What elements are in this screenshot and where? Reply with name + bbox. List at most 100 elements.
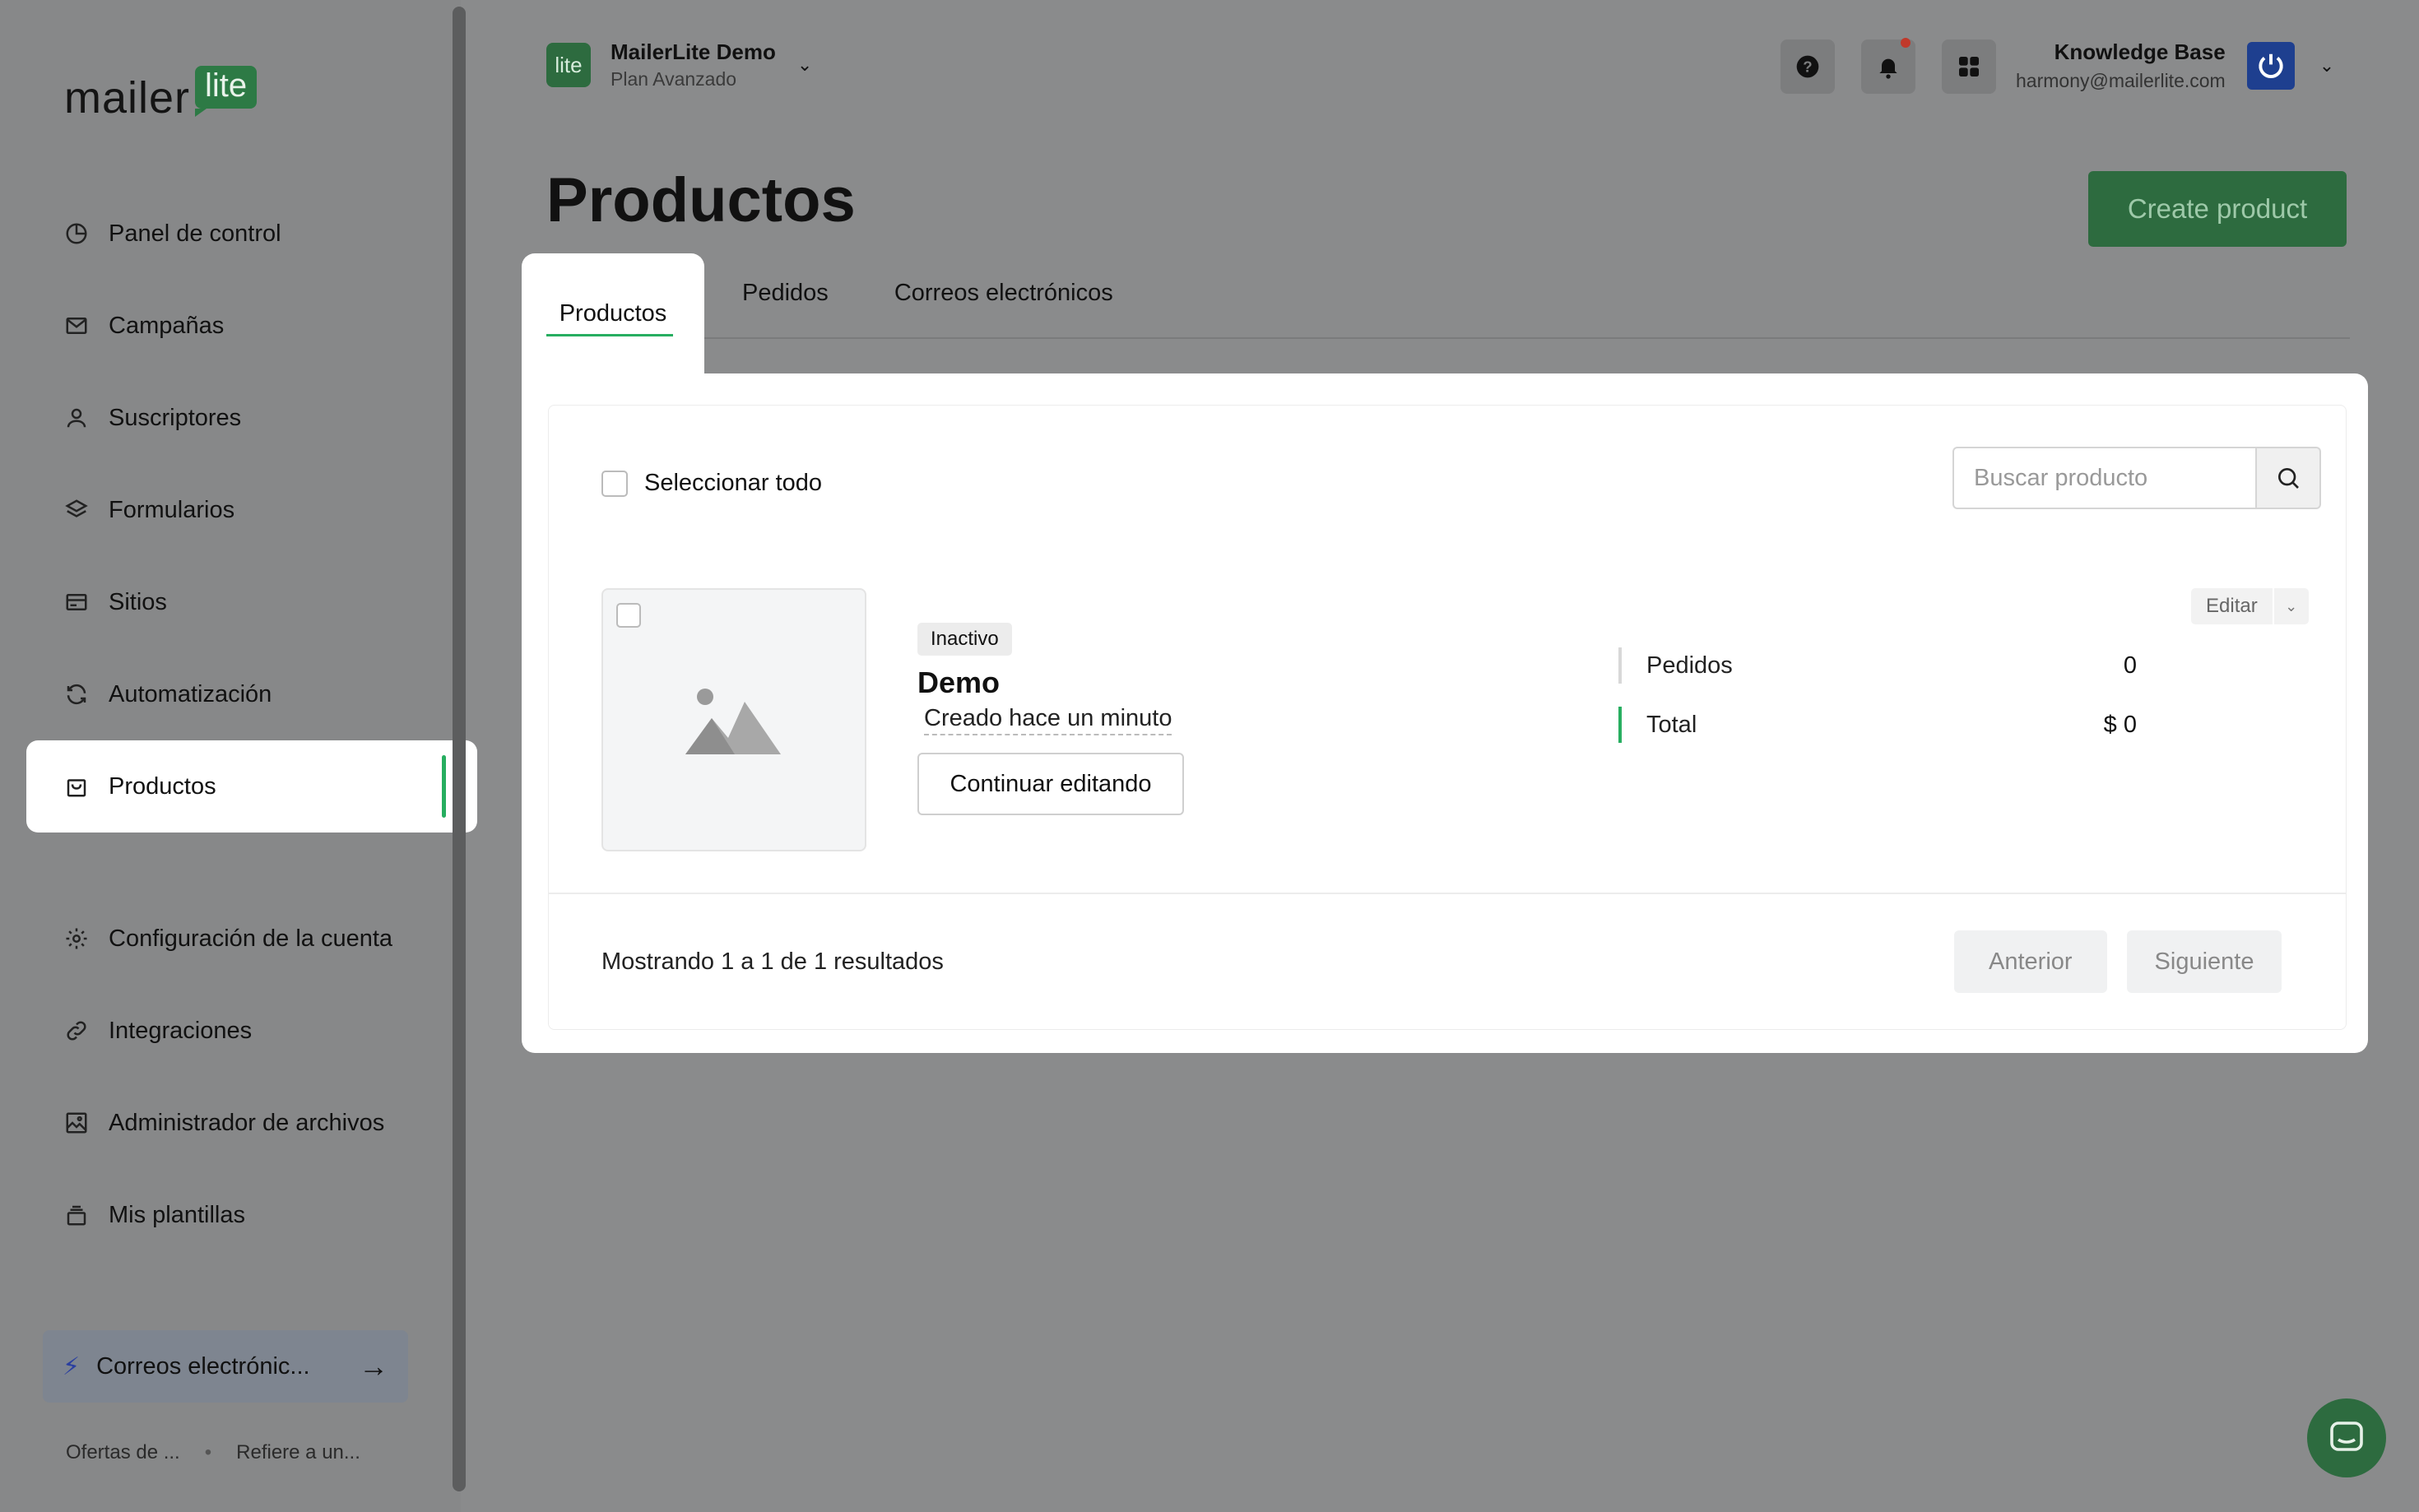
tab-label: Pedidos <box>742 279 829 306</box>
sidebar: mailer lite Panel de control Campañas Su… <box>0 0 477 1512</box>
arrow-right-icon: → <box>359 1349 388 1383</box>
user-email: harmony@mailerlite.com <box>2016 70 2226 91</box>
chevron-down-icon: ⌄ <box>2285 597 2298 615</box>
stat-value: 0 <box>2123 652 2137 679</box>
image-icon <box>63 1109 91 1137</box>
sidebar-item-label: Sitios <box>109 588 167 615</box>
select-all[interactable]: Seleccionar todo <box>601 470 822 497</box>
sidebar-item-integraciones[interactable]: Integraciones <box>26 985 477 1077</box>
sidebar-item-configuracion[interactable]: Configuración de la cuenta <box>26 893 477 985</box>
sidebar-item-label: Configuración de la cuenta <box>109 925 393 952</box>
stat-label: Pedidos <box>1646 652 1733 679</box>
select-all-label: Seleccionar todo <box>644 470 823 496</box>
account-switcher[interactable]: lite MailerLite Demo Plan Avanzado ⌄ <box>546 39 812 90</box>
account-logo: lite <box>546 43 591 87</box>
svg-text:?: ? <box>1803 58 1812 76</box>
next-button[interactable]: Siguiente <box>2126 930 2282 993</box>
results-count: Mostrando 1 a 1 de 1 resultados <box>601 948 944 975</box>
tab-label: Productos <box>559 299 667 327</box>
logo-text: mailer <box>64 73 191 123</box>
sidebar-item-label: Administrador de archivos <box>109 1109 385 1136</box>
power-icon <box>2259 53 2283 79</box>
promo-label: Correos electrónic... <box>96 1352 310 1380</box>
previous-button[interactable]: Anterior <box>1954 930 2107 993</box>
pagination: Anterior Siguiente <box>1954 930 2282 993</box>
stat-orders: Pedidos 0 <box>1618 647 2137 684</box>
promo-banner[interactable]: ⚡ Correos electrónic... → <box>43 1330 408 1403</box>
shopping-bag-icon <box>63 772 91 800</box>
chevron-down-icon: ⌄ <box>796 54 813 75</box>
account-info: MailerLite Demo Plan Avanzado <box>611 39 776 90</box>
footer-link-refer[interactable]: Refiere a un... <box>236 1441 360 1464</box>
tab-correos-electronicos[interactable]: Correos electrónicos <box>866 253 1151 373</box>
tabs: Productos Pedidos Correos electrónicos <box>522 253 1151 373</box>
refresh-icon <box>63 680 91 708</box>
tab-label: Correos electrónicos <box>894 279 1113 306</box>
card-divider <box>549 893 2346 894</box>
sidebar-item-productos[interactable]: Productos <box>26 740 477 833</box>
tab-productos[interactable]: Productos <box>522 253 704 373</box>
product-name[interactable]: Demo <box>917 666 1000 700</box>
tab-pedidos[interactable]: Pedidos <box>704 253 866 373</box>
separator-dot: • <box>204 1441 212 1463</box>
product-checkbox[interactable] <box>616 603 641 628</box>
footer-link-offers[interactable]: Ofertas de ... <box>66 1441 180 1464</box>
status-badge: Inactivo <box>917 623 1012 656</box>
create-product-button[interactable]: Create product <box>2088 171 2347 247</box>
help-button[interactable]: ? <box>1781 39 1835 94</box>
search-button[interactable] <box>2257 447 2321 509</box>
sidebar-item-automatizacion[interactable]: Automatización <box>26 648 477 740</box>
user-info: Knowledge Base harmony@mailerlite.com <box>2016 39 2226 92</box>
page-title: Productos <box>546 165 856 235</box>
sidebar-scrollbar[interactable] <box>453 7 466 1491</box>
product-created: Creado hace un minuto <box>924 705 1172 735</box>
sidebar-item-label: Automatización <box>109 680 272 707</box>
sidebar-item-label: Panel de control <box>109 220 281 247</box>
image-placeholder-icon <box>685 689 781 754</box>
sidebar-footer-links: Ofertas de ... • Refiere a un... <box>66 1441 360 1464</box>
account-plan: Plan Avanzado <box>611 68 737 90</box>
user-icon <box>63 404 91 432</box>
secondary-nav: Configuración de la cuenta Integraciones… <box>26 893 477 1261</box>
sidebar-item-panel-de-control[interactable]: Panel de control <box>26 188 477 280</box>
sidebar-item-label: Mis plantillas <box>109 1201 245 1228</box>
mailerlite-logo[interactable]: mailer lite <box>64 66 258 123</box>
products-card: Seleccionar todo Inactivo Demo Creado ha… <box>548 405 2347 1030</box>
chart-pie-icon <box>63 220 91 248</box>
logo-badge: lite <box>195 66 258 117</box>
chat-launcher-button[interactable] <box>2307 1398 2386 1477</box>
sidebar-item-label: Formularios <box>109 496 235 523</box>
edit-button[interactable]: Editar <box>2191 588 2273 624</box>
sidebar-item-label: Suscriptores <box>109 404 242 431</box>
sidebar-item-mis-plantillas[interactable]: Mis plantillas <box>26 1169 477 1261</box>
sidebar-item-suscriptores[interactable]: Suscriptores <box>26 372 477 464</box>
product-thumbnail[interactable] <box>601 588 866 851</box>
edit-button-group: Editar ⌄ <box>2191 588 2309 624</box>
apps-button[interactable] <box>1942 39 1996 94</box>
chevron-down-icon: ⌄ <box>2319 55 2335 76</box>
sidebar-item-formularios[interactable]: Formularios <box>26 464 477 556</box>
sidebar-item-administrador-de-archivos[interactable]: Administrador de archivos <box>26 1077 477 1169</box>
products-panel: Seleccionar todo Inactivo Demo Creado ha… <box>522 373 2368 1053</box>
stat-total: Total $ 0 <box>1618 707 2137 743</box>
edit-dropdown-button[interactable]: ⌄ <box>2272 588 2309 624</box>
sidebar-item-sitios[interactable]: Sitios <box>26 556 477 648</box>
user-menu[interactable]: Knowledge Base harmony@mailerlite.com ⌄ <box>2016 39 2334 92</box>
sidebar-item-label: Integraciones <box>109 1017 253 1044</box>
layers-icon <box>63 496 91 524</box>
search-icon <box>2278 468 2299 489</box>
continue-editing-button[interactable]: Continuar editando <box>917 753 1184 815</box>
select-all-checkbox[interactable] <box>601 470 628 497</box>
sidebar-item-label: Productos <box>109 772 216 800</box>
envelope-icon <box>63 312 91 340</box>
notification-dot <box>1901 38 1911 48</box>
notifications-button[interactable] <box>1861 38 1915 94</box>
browser-icon <box>63 588 91 616</box>
gear-icon <box>63 925 91 953</box>
link-icon <box>63 1017 91 1045</box>
stat-label: Total <box>1646 711 1697 738</box>
sidebar-item-campanas[interactable]: Campañas <box>26 280 477 372</box>
user-name: Knowledge Base <box>2054 39 2226 64</box>
stack-icon <box>63 1201 91 1229</box>
search-input[interactable] <box>1952 447 2257 509</box>
